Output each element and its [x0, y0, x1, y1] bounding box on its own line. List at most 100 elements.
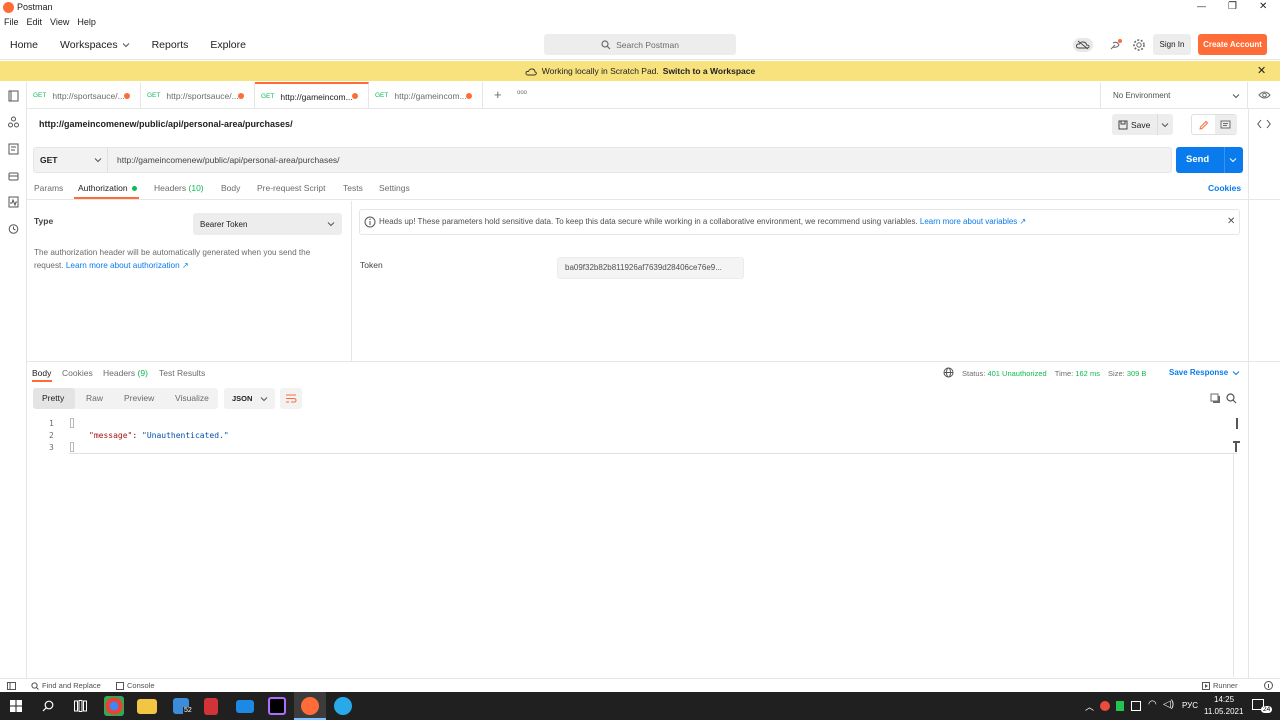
tray-app-icon[interactable]	[1100, 701, 1110, 711]
taskbar-search-icon[interactable]	[42, 700, 54, 712]
cookies-link[interactable]: Cookies	[1208, 183, 1241, 193]
request-title[interactable]: http://gameincomenew/public/api/personal…	[39, 119, 293, 129]
monitors-icon[interactable]	[8, 196, 19, 208]
help-icon[interactable]	[1264, 681, 1273, 690]
fold-icon[interactable]	[70, 442, 74, 452]
send-button[interactable]: Send	[1176, 147, 1243, 173]
menu-help[interactable]: Help	[77, 17, 96, 27]
nav-explore[interactable]: Explore	[210, 39, 246, 51]
tray-flag-icon[interactable]	[1116, 701, 1124, 711]
eye-icon[interactable]	[1258, 90, 1271, 100]
tray-chevron-icon[interactable]: ︿	[1085, 700, 1094, 713]
minimize-button[interactable]: —	[1197, 1, 1206, 11]
search-box[interactable]: Search Postman	[544, 34, 736, 55]
tab-body[interactable]: Body	[221, 183, 240, 193]
tray-volume-icon[interactable]: ◁)	[1163, 699, 1174, 710]
tray-date[interactable]: 11.05.2021	[1204, 707, 1243, 716]
tab-params[interactable]: Params	[34, 183, 63, 193]
telegram-icon[interactable]	[334, 697, 352, 715]
close-warning-icon[interactable]: ✕	[1227, 216, 1235, 227]
response-code-editor[interactable]: 1 2 3 "message": "Unauthenticated."	[27, 416, 1237, 456]
nav-reports[interactable]: Reports	[152, 39, 189, 51]
menu-view[interactable]: View	[50, 17, 69, 27]
postman-taskbar-icon[interactable]	[301, 697, 319, 715]
format-select[interactable]: JSON	[224, 388, 275, 409]
globe-icon[interactable]	[943, 367, 954, 378]
request-tab-active[interactable]: GET http://gameincom...	[255, 82, 369, 109]
tab-authorization[interactable]: Authorization	[78, 183, 137, 193]
size-value[interactable]: 309 B	[1127, 369, 1147, 378]
view-visualize[interactable]: Visualize	[175, 393, 209, 403]
file-explorer-icon[interactable]	[137, 699, 157, 714]
comments-icon[interactable]	[1220, 120, 1231, 130]
view-pretty[interactable]: Pretty	[42, 393, 64, 403]
sign-in-button[interactable]: Sign In	[1153, 34, 1191, 55]
search-response-icon[interactable]	[1226, 393, 1237, 404]
code-icon[interactable]	[1257, 119, 1271, 129]
wrap-lines-button[interactable]	[280, 388, 302, 409]
new-tab-button[interactable]: +	[494, 87, 502, 102]
menu-edit[interactable]: Edit	[27, 17, 43, 27]
maximize-button[interactable]: ❐	[1228, 1, 1237, 12]
time-value[interactable]: 162 ms	[1075, 369, 1100, 378]
environments-icon[interactable]	[8, 143, 19, 155]
save-button[interactable]: Save	[1112, 114, 1173, 135]
satellite-icon[interactable]	[1108, 38, 1124, 52]
editor-scrollbar[interactable]	[1233, 454, 1234, 677]
tab-tests[interactable]: Tests	[343, 183, 363, 193]
history-icon[interactable]	[8, 223, 19, 235]
windows-start-icon[interactable]	[10, 700, 22, 712]
tab-pre-request-script[interactable]: Pre-request Script	[257, 183, 326, 193]
learn-more-authorization-link[interactable]: Learn more about authorization ↗	[66, 261, 189, 270]
tab-settings[interactable]: Settings	[379, 183, 410, 193]
sync-status[interactable]	[1073, 38, 1093, 52]
token-input[interactable]: ba09f32b82b811926af7639d28406ce76e9...	[557, 257, 744, 279]
menu-file[interactable]: File	[4, 17, 19, 27]
edit-icon[interactable]	[1198, 120, 1209, 131]
response-tab-body[interactable]: Body	[32, 368, 51, 378]
nav-home[interactable]: Home	[10, 39, 38, 51]
close-banner-icon[interactable]: ✕	[1257, 64, 1266, 77]
learn-more-variables-link[interactable]: Learn more about variables ↗	[920, 217, 1026, 226]
response-tab-cookies[interactable]: Cookies	[62, 368, 93, 378]
switch-workspace-link[interactable]: Switch to a Workspace	[663, 66, 755, 76]
sidebar-toggle-icon[interactable]	[7, 682, 16, 690]
tray-network-icon[interactable]	[1131, 701, 1141, 711]
phpstorm-icon[interactable]	[268, 697, 286, 715]
request-tab[interactable]: GET http://gameincom...	[369, 82, 483, 109]
close-window-button[interactable]: ✕	[1259, 1, 1267, 12]
fold-icon[interactable]	[70, 418, 74, 428]
tray-language[interactable]: РУС	[1182, 701, 1198, 710]
console-button[interactable]: Console	[116, 681, 155, 690]
chrome-icon[interactable]	[104, 696, 124, 716]
save-response-button[interactable]: Save Response	[1169, 368, 1240, 377]
view-raw[interactable]: Raw	[86, 393, 103, 403]
scroll-marker	[1233, 441, 1240, 452]
collections-icon[interactable]	[8, 90, 19, 102]
url-input[interactable]: http://gameincomenew/public/api/personal…	[117, 155, 340, 165]
request-tab[interactable]: GET http://sportsauce/...	[27, 82, 141, 109]
mail-icon[interactable]	[236, 700, 254, 713]
find-replace-button[interactable]: Find and Replace	[31, 681, 101, 690]
copy-icon[interactable]	[1210, 393, 1221, 404]
response-tab-test-results[interactable]: Test Results	[159, 368, 205, 378]
create-account-button[interactable]: Create Account	[1198, 34, 1267, 55]
status-value[interactable]: 401 Unauthorized	[987, 369, 1046, 378]
request-tab[interactable]: GET http://sportsauce/...	[141, 82, 255, 109]
runner-button[interactable]: Runner	[1202, 681, 1238, 690]
environment-selector[interactable]: No Environment	[1113, 82, 1240, 109]
response-tab-headers[interactable]: Headers (9)	[103, 368, 148, 378]
nav-workspaces[interactable]: Workspaces	[60, 39, 130, 51]
tray-wifi-icon[interactable]: ◠	[1148, 699, 1157, 710]
more-tabs-button[interactable]: ooo	[517, 90, 527, 96]
office-icon[interactable]	[204, 698, 218, 715]
tab-headers[interactable]: Headers (10)	[154, 183, 204, 193]
apis-icon[interactable]	[8, 116, 19, 128]
tray-time[interactable]: 14:25	[1214, 695, 1234, 704]
auth-type-select[interactable]: Bearer Token	[193, 213, 342, 235]
task-view-icon[interactable]	[74, 700, 87, 712]
settings-icon[interactable]	[1132, 38, 1146, 52]
view-preview[interactable]: Preview	[124, 393, 154, 403]
method-select[interactable]: GET	[34, 148, 108, 172]
mock-servers-icon[interactable]	[8, 170, 19, 182]
